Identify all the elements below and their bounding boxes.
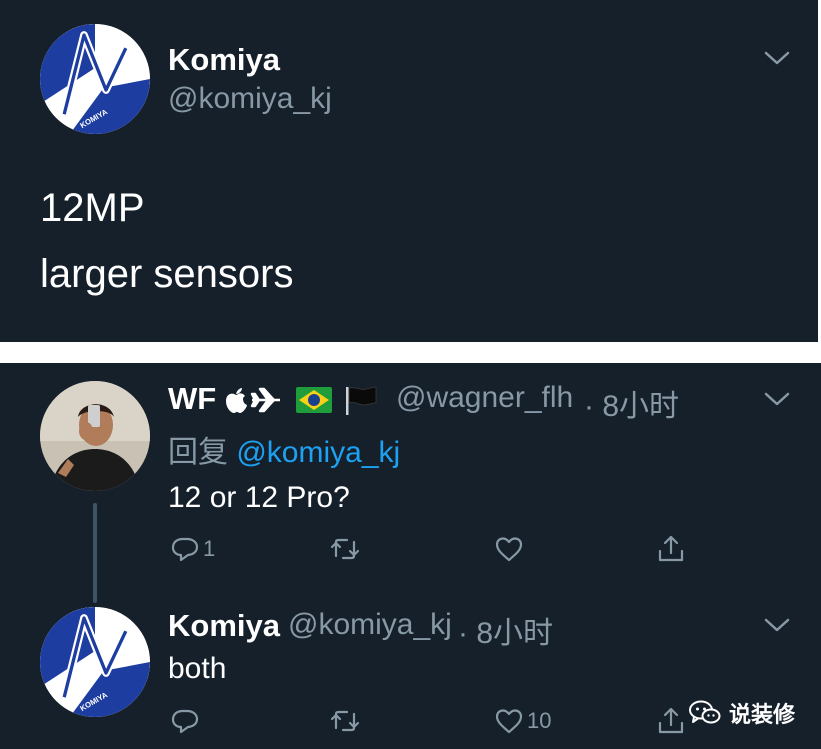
reply1-text: 12 or 12 Pro? (168, 481, 350, 514)
like-button[interactable] (494, 533, 524, 565)
chevron-down-icon[interactable] (764, 617, 790, 633)
chevron-down-icon[interactable] (764, 391, 790, 407)
reply1-author-handle[interactable]: @wagner_flh (396, 381, 573, 415)
wechat-watermark: 说装修 (688, 697, 795, 729)
share-button[interactable] (656, 533, 686, 565)
author-name[interactable]: Komiya (168, 42, 280, 78)
reply2-text: both (168, 652, 227, 685)
share-icon (658, 535, 684, 562)
like-icon (495, 537, 523, 562)
author-handle[interactable]: @komiya_kj (168, 82, 332, 116)
share-icon (658, 707, 684, 734)
share-button[interactable] (656, 705, 686, 737)
reply1-timestamp[interactable]: · 8小时 (584, 381, 679, 425)
chevron-down-icon[interactable] (764, 50, 790, 66)
reply-count: 1 (203, 536, 216, 561)
reply-button[interactable]: 1 (170, 533, 215, 565)
reply2-komiya-avatar[interactable]: KOMIYA (40, 607, 150, 717)
like-icon (495, 709, 523, 734)
reply1-replying-to: 回复 @komiya_kj (168, 427, 400, 471)
retweet-button[interactable] (330, 533, 360, 565)
reply1-author-name[interactable]: WF (168, 381, 216, 417)
replying-to-mention[interactable]: @komiya_kj (236, 436, 400, 469)
thread-connector-line (93, 503, 97, 603)
wechat-icon (688, 700, 721, 724)
wf-avatar[interactable] (40, 381, 150, 491)
like-count: 10 (527, 708, 552, 733)
tweet-text-line-1: 12MP (40, 186, 145, 230)
tweet-card: KOMIYA Komiya @komiya_kj 12MP larger sen… (0, 0, 818, 342)
reply2-timestamp[interactable]: · 8小时 (458, 608, 553, 652)
reply-icon (171, 709, 199, 734)
replies-panel: WF @wagner_flh · 8小时 回复 @komiya_kj 12 or… (0, 363, 821, 749)
replying-to-label: 回复 (168, 436, 228, 469)
retweet-icon (330, 538, 360, 560)
apple-icon (226, 388, 247, 413)
reply2-author-handle[interactable]: @komiya_kj (288, 608, 452, 642)
reply1-name-emojis (224, 383, 378, 417)
retweet-icon (330, 710, 360, 732)
airplane-icon (250, 387, 280, 413)
tweet-text-line-2: larger sensors (40, 252, 294, 296)
reply-icon (171, 537, 199, 562)
reply-button[interactable] (170, 705, 200, 737)
like-button[interactable]: 10 (494, 705, 551, 737)
komiya-avatar[interactable]: KOMIYA (40, 24, 150, 134)
reply2-author-name[interactable]: Komiya (168, 608, 280, 644)
watermark-text: 说装修 (728, 702, 795, 727)
black-flag-icon (346, 386, 377, 415)
retweet-button[interactable] (330, 705, 360, 737)
brazil-flag-icon (296, 387, 332, 413)
